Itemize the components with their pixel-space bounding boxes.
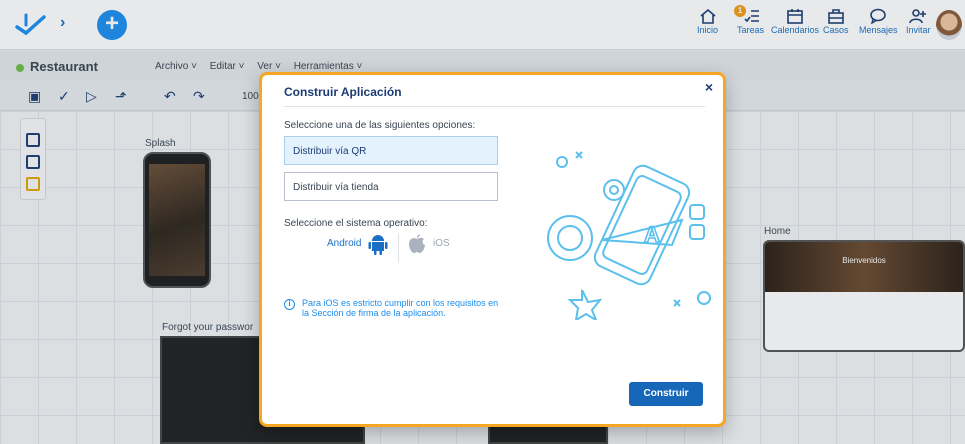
info-icon: i xyxy=(284,299,295,310)
info-text: Para iOS es estricto cumplir con los req… xyxy=(302,298,499,318)
os-android-label[interactable]: Android xyxy=(327,238,361,249)
os-ios-label[interactable]: iOS xyxy=(433,238,450,249)
android-icon[interactable] xyxy=(368,233,388,255)
option-distribute-store[interactable]: Distribuir vía tienda xyxy=(284,172,498,201)
dialog-title: Construir Aplicación xyxy=(284,85,402,99)
os-divider xyxy=(398,233,399,263)
build-button[interactable]: Construir xyxy=(629,382,703,406)
divider xyxy=(284,106,705,107)
build-app-dialog: Construir Aplicación × Seleccione una de… xyxy=(259,72,726,427)
option-distribute-qr[interactable]: Distribuir vía QR xyxy=(284,136,498,165)
ios-info-note: i Para iOS es estricto cumplir con los r… xyxy=(284,298,504,318)
apple-icon[interactable] xyxy=(408,234,426,254)
close-icon[interactable]: × xyxy=(705,79,713,95)
os-prompt: Seleccione el sistema operativo: xyxy=(284,218,428,229)
build-app-illustration: A xyxy=(547,151,711,320)
options-prompt: Seleccione una de las siguientes opcione… xyxy=(284,120,476,131)
svg-text:A: A xyxy=(644,222,660,247)
